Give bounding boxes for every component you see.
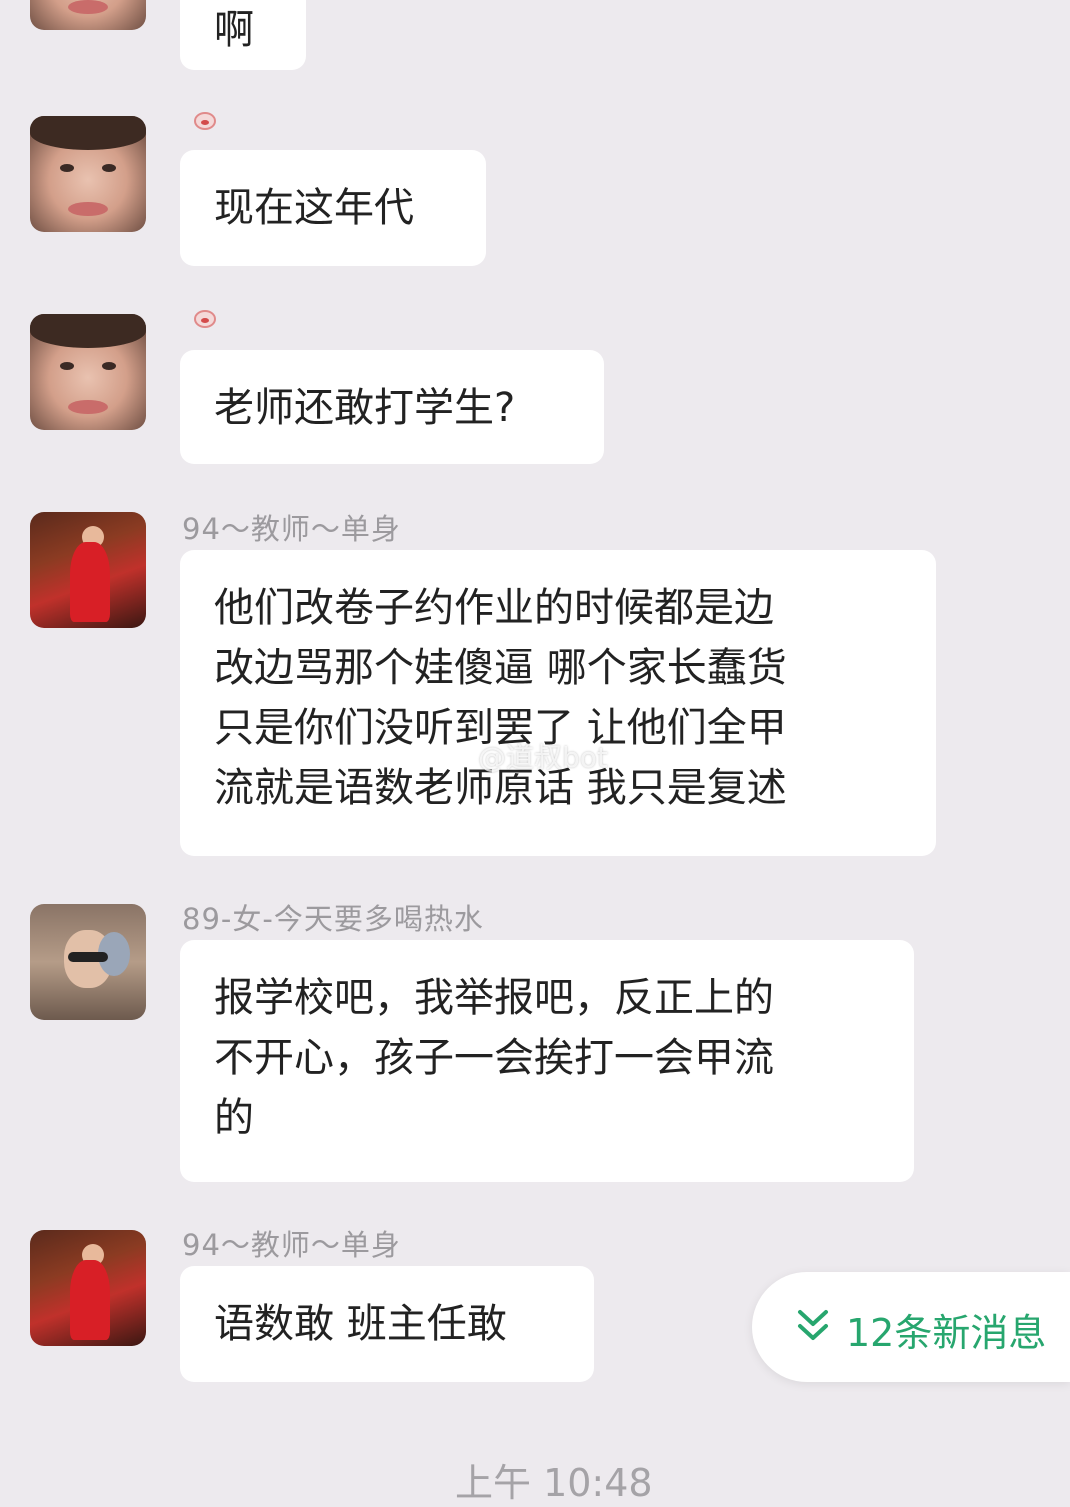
timestamp: 上午 10:48 bbox=[455, 1461, 653, 1505]
message-bubble[interactable]: 他们改卷子约作业的时候都是边 改边骂那个娃傻逼 哪个家长蠢货 只是你们没听到罢了… bbox=[180, 550, 936, 856]
message-bubble[interactable]: 啊 bbox=[180, 0, 306, 70]
message-text: 语数敢 班主任敢 bbox=[214, 1301, 507, 1347]
message-text-line: 报学校吧，我举报吧，反正上的 bbox=[214, 975, 774, 1021]
avatar[interactable] bbox=[30, 1230, 146, 1346]
badge-icon bbox=[190, 112, 220, 136]
message-bubble[interactable]: 老师还敢打学生? bbox=[180, 350, 604, 464]
avatar[interactable] bbox=[30, 512, 146, 628]
new-messages-button[interactable]: 12条新消息 bbox=[752, 1272, 1070, 1382]
sender-name: 89-女-今天要多喝热水 bbox=[182, 902, 484, 936]
avatar[interactable] bbox=[30, 314, 146, 430]
message-text-line: 他们改卷子约作业的时候都是边 bbox=[214, 585, 774, 631]
watermark: @道叔bot bbox=[478, 741, 608, 774]
message-text-line: 的 bbox=[214, 1095, 254, 1141]
message-text: 老师还敢打学生? bbox=[214, 385, 516, 431]
message-bubble[interactable]: 现在这年代 bbox=[180, 150, 486, 266]
new-messages-label: 12条新消息 bbox=[846, 1311, 1047, 1355]
avatar[interactable] bbox=[30, 904, 146, 1020]
sender-name: 94～教师～单身 bbox=[182, 512, 401, 546]
message-bubble[interactable]: 语数敢 班主任敢 bbox=[180, 1266, 594, 1382]
double-chevron-down-icon bbox=[798, 1310, 828, 1340]
avatar[interactable] bbox=[30, 0, 146, 30]
sender-name: 94～教师～单身 bbox=[182, 1228, 401, 1262]
badge-icon bbox=[190, 310, 220, 334]
message-text-line: 改边骂那个娃傻逼 哪个家长蠢货 bbox=[214, 645, 787, 691]
message-text: 啊 bbox=[214, 7, 254, 53]
message-text-line: 不开心，孩子一会挨打一会甲流 bbox=[214, 1035, 774, 1081]
avatar[interactable] bbox=[30, 116, 146, 232]
message-bubble[interactable]: 报学校吧，我举报吧，反正上的 不开心，孩子一会挨打一会甲流 的 bbox=[180, 940, 914, 1182]
message-text: 现在这年代 bbox=[214, 185, 414, 231]
